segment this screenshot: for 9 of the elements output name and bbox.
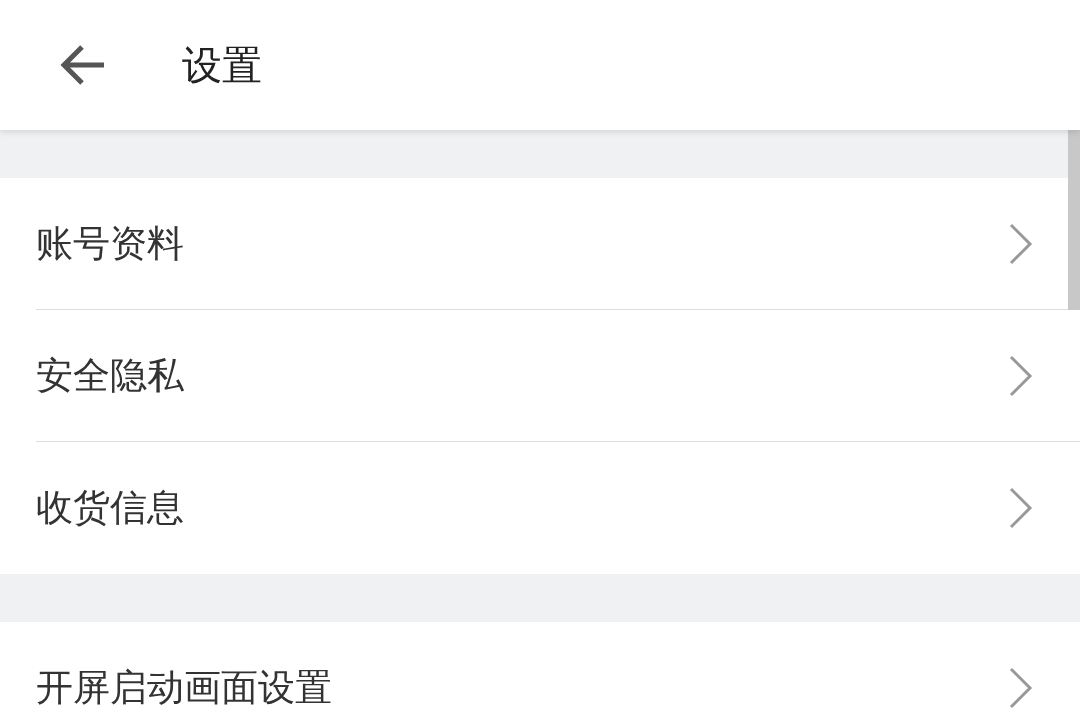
page-title: 设置 <box>182 41 262 90</box>
menu-item-label[interactable]: 账号资料 <box>36 215 184 272</box>
menu-item-label[interactable]: 安全隐私 <box>36 347 184 404</box>
chevron-right-icon <box>1008 486 1034 530</box>
chevron-right-icon <box>1008 666 1034 710</box>
menu-item-label[interactable]: 收货信息 <box>36 480 184 536</box>
menu-item-label[interactable]: 开屏启动画面设置 <box>36 660 332 716</box>
chevron-right-icon <box>1008 353 1034 398</box>
chevron-right-icon <box>1008 221 1034 266</box>
